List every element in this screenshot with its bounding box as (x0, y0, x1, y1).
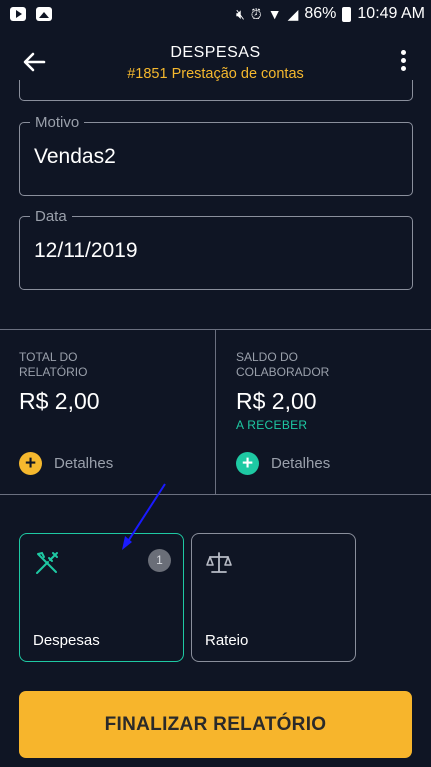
total-details-label: Detalhes (54, 455, 114, 472)
saldo-label: SALDO DO COLABORADOR (236, 350, 330, 379)
youtube-notification-icon (10, 7, 26, 21)
wifi-icon: ▼ (267, 6, 282, 22)
rateio-card[interactable]: Rateio (191, 533, 356, 662)
plus-icon: + (19, 452, 42, 475)
rateio-card-label: Rateio (205, 632, 249, 649)
image-notification-icon (36, 7, 52, 21)
data-field[interactable]: Data 12/11/2019 (19, 208, 413, 290)
total-label: TOTAL DO RELATÓRIO (19, 350, 88, 379)
saldo-value: R$ 2,00 (236, 388, 317, 414)
motivo-label: Motivo (30, 114, 85, 131)
plus-icon: + (236, 452, 259, 475)
annotation-arrow (115, 480, 175, 555)
finalize-report-button[interactable]: FINALIZAR RELATÓRIO (19, 691, 412, 758)
despesas-card-label: Despesas (33, 632, 100, 649)
saldo-details-label: Detalhes (271, 455, 331, 472)
data-label: Data (30, 208, 72, 225)
summary-panel: TOTAL DO RELATÓRIO R$ 2,00 + Detalhes SA… (0, 329, 431, 495)
alarm-icon: ⏰︎ (250, 5, 262, 22)
saldo-column: SALDO DO COLABORADOR R$ 2,00 A RECEBER +… (236, 330, 431, 494)
data-value: 12/11/2019 (34, 239, 138, 262)
page-title: DESPESAS (170, 44, 261, 61)
mute-icon: 🔇︎ (235, 5, 245, 22)
saldo-details-button[interactable]: + Detalhes (236, 452, 330, 475)
total-value: R$ 2,00 (19, 388, 100, 414)
status-bar: 🔇︎ ⏰︎ ▼ ◢ 86% 10:49 AM (0, 0, 431, 30)
battery-percent: 86% (304, 5, 337, 22)
motivo-value: Vendas2 (34, 145, 116, 168)
motivo-field[interactable]: Motivo Vendas2 (19, 114, 413, 196)
battery-icon (342, 6, 352, 22)
clock: 10:49 AM (357, 5, 425, 22)
saldo-status: A RECEBER (236, 418, 308, 432)
scrolled-field[interactable] (19, 80, 413, 101)
signal-icon: ◢ (287, 5, 299, 22)
fork-knife-icon (34, 550, 60, 576)
scale-icon (206, 550, 232, 576)
total-column: TOTAL DO RELATÓRIO R$ 2,00 + Detalhes (19, 330, 219, 494)
more-options-icon[interactable] (393, 50, 413, 76)
total-details-button[interactable]: + Detalhes (19, 452, 113, 475)
